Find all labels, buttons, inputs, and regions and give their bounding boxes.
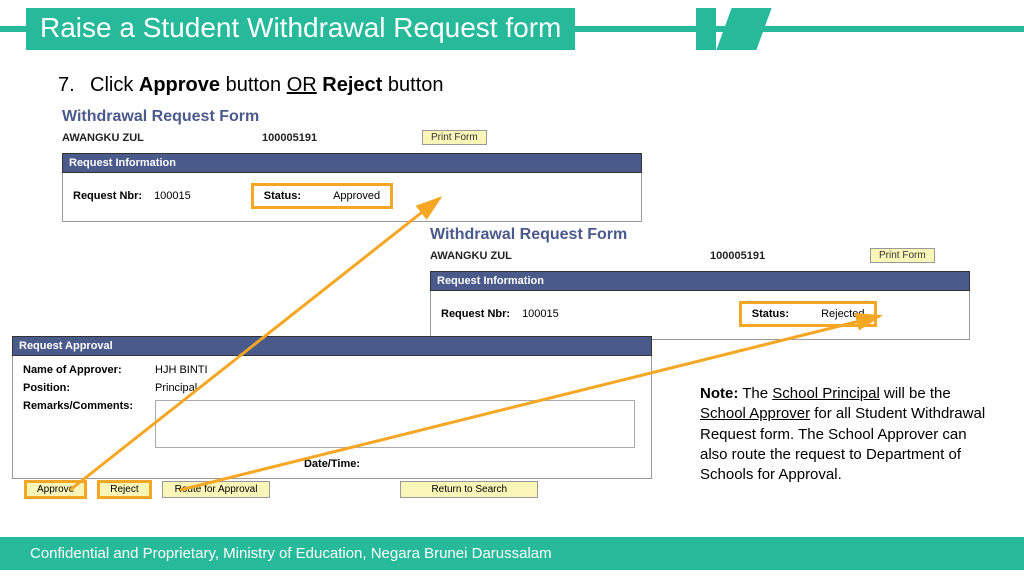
approver-name-label: Name of Approver: bbox=[23, 364, 143, 376]
header-accent bbox=[716, 8, 771, 50]
date-time-label: Date/Time: bbox=[23, 458, 641, 470]
reject-button[interactable]: Reject bbox=[97, 480, 151, 499]
status-value: Rejected bbox=[821, 308, 864, 320]
request-nbr-value: 100015 bbox=[154, 190, 191, 202]
section-header: Request Information bbox=[430, 271, 970, 291]
status-label: Status: bbox=[752, 308, 789, 320]
request-approval-panel: Request Approval Name of Approver: HJH B… bbox=[12, 336, 652, 479]
withdrawal-form-approved: Withdrawal Request Form AWANGKU ZUL 1000… bbox=[62, 108, 642, 222]
section-header: Request Information bbox=[62, 153, 642, 173]
position-value: Principal bbox=[155, 382, 197, 394]
header-accent bbox=[696, 8, 716, 50]
page-title: Raise a Student Withdrawal Request form bbox=[26, 8, 575, 50]
approver-name-value: HJH BINTI bbox=[155, 364, 208, 376]
student-name: AWANGKU ZUL bbox=[62, 132, 262, 144]
request-nbr-value: 100015 bbox=[522, 308, 559, 320]
remarks-label: Remarks/Comments: bbox=[23, 400, 143, 412]
print-form-button[interactable]: Print Form bbox=[870, 248, 935, 263]
return-to-search-button[interactable]: Return to Search bbox=[400, 481, 538, 498]
student-id: 100005191 bbox=[710, 250, 870, 262]
position-label: Position: bbox=[23, 382, 143, 394]
status-highlight: Status: Approved bbox=[251, 183, 393, 209]
action-button-row: Approve Reject Route for Approval Return… bbox=[24, 480, 538, 499]
remarks-input[interactable] bbox=[155, 400, 635, 448]
status-label: Status: bbox=[264, 190, 301, 202]
step-instruction: Click Approve button OR Reject button bbox=[90, 74, 444, 97]
student-id: 100005191 bbox=[262, 132, 422, 144]
status-value: Approved bbox=[333, 190, 380, 202]
route-for-approval-button[interactable]: Route for Approval bbox=[162, 481, 271, 498]
print-form-button[interactable]: Print Form bbox=[422, 130, 487, 145]
withdrawal-form-rejected: Withdrawal Request Form AWANGKU ZUL 1000… bbox=[430, 226, 970, 340]
form-title: Withdrawal Request Form bbox=[430, 226, 970, 244]
request-nbr-label: Request Nbr: bbox=[441, 308, 510, 320]
footer-text: Confidential and Proprietary, Ministry o… bbox=[0, 537, 1024, 570]
status-highlight: Status: Rejected bbox=[739, 301, 878, 327]
student-name: AWANGKU ZUL bbox=[430, 250, 710, 262]
request-nbr-label: Request Nbr: bbox=[73, 190, 142, 202]
approve-button[interactable]: Approve bbox=[24, 480, 87, 499]
step-number: 7. bbox=[58, 74, 75, 97]
section-header: Request Approval bbox=[12, 336, 652, 356]
note-text: Note: The School Principal will be the S… bbox=[700, 384, 996, 485]
slide-header: Raise a Student Withdrawal Request form bbox=[0, 8, 1024, 50]
form-title: Withdrawal Request Form bbox=[62, 108, 642, 126]
